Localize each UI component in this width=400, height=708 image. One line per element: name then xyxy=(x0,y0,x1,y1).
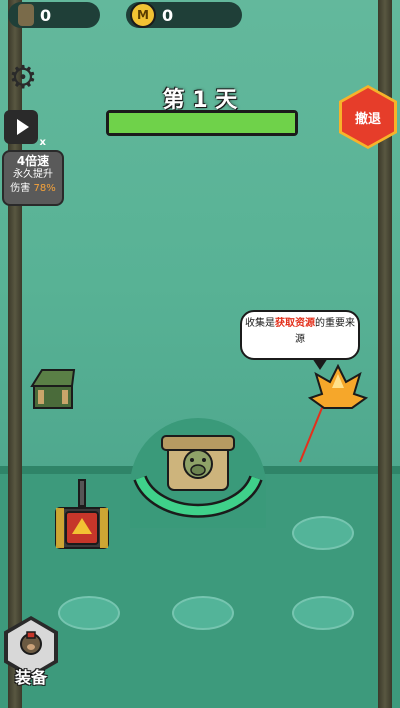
speed-boost-card[interactable]: 4倍速 永久提升 伤害 78% xyxy=(2,150,64,206)
hint-highlight: 获取资源 xyxy=(275,318,315,329)
build-slot[interactable] xyxy=(292,516,354,550)
ammo-icon xyxy=(18,4,34,26)
coin-icon: M xyxy=(130,2,156,28)
treasure-chest-icon[interactable] xyxy=(28,364,78,414)
day-progress-fill xyxy=(109,113,295,133)
watch-video-button[interactable]: x xyxy=(4,110,46,148)
ammo-counter: 0 xyxy=(8,2,100,28)
video-multiplier: x xyxy=(39,137,46,148)
build-slot[interactable] xyxy=(58,596,120,630)
coin-count: 0 xyxy=(162,5,174,25)
speed-title: 4倍速 xyxy=(16,154,50,168)
play-icon xyxy=(17,119,29,135)
speed-damage-value: 78% xyxy=(33,183,56,194)
tank-turret-icon[interactable] xyxy=(52,478,112,552)
crystal-resource-icon[interactable] xyxy=(308,364,368,414)
base-health-arc xyxy=(133,475,263,518)
speed-desc: 永久提升 xyxy=(13,169,53,180)
day-progress-bar xyxy=(106,110,298,136)
ammo-count: 0 xyxy=(40,5,52,25)
coin-counter: M 0 xyxy=(126,2,242,28)
equip-label: 装备 xyxy=(14,668,47,687)
build-slot[interactable] xyxy=(292,596,354,630)
pig-helmet-icon xyxy=(20,631,42,655)
speed-damage-line: 伤害 78% xyxy=(10,183,56,194)
hint-bubble: 收集是获取资源的重要来源 xyxy=(240,310,360,360)
build-slot[interactable] xyxy=(172,596,234,630)
